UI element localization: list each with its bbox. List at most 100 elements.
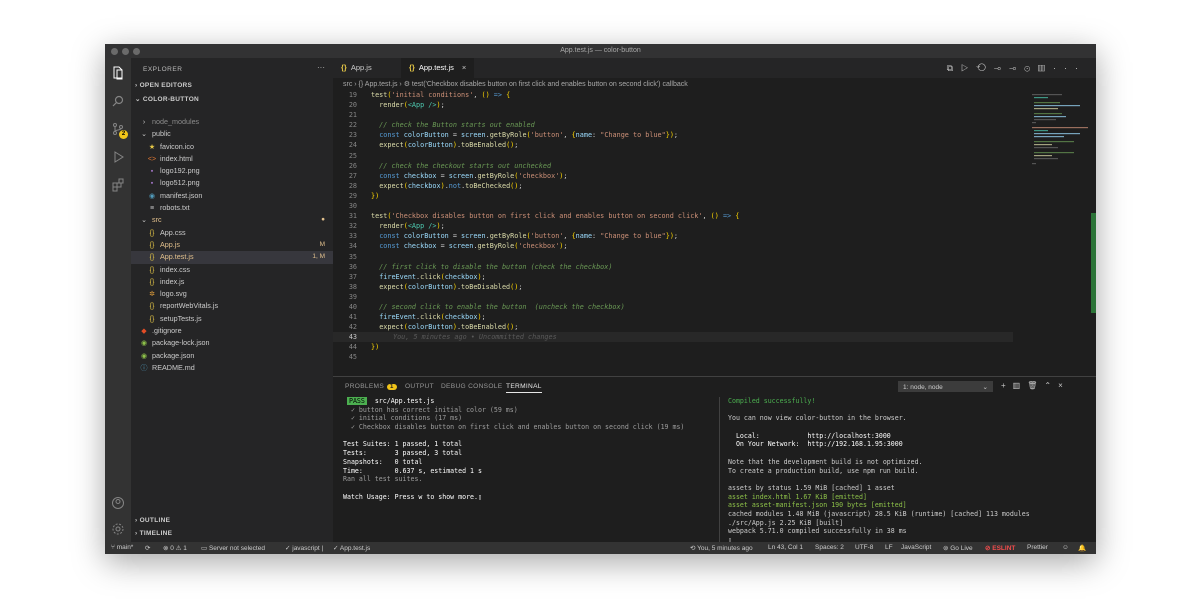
gear-icon[interactable] — [111, 522, 125, 536]
search-icon[interactable] — [111, 94, 125, 108]
code-editor[interactable]: 19 test('initial conditions', () => {20 r… — [333, 90, 1013, 363]
file-tree-item[interactable]: <> index.html — [131, 153, 333, 165]
editor-scrollbar[interactable] — [1091, 213, 1096, 313]
file-tree-item[interactable]: ◉ package-lock.json — [131, 337, 333, 349]
trash-icon[interactable]: 🗑 — [1027, 381, 1044, 390]
more-icon[interactable]: ··· — [1053, 63, 1086, 73]
file-tree-item[interactable]: {} App.js M — [131, 239, 333, 251]
file-tree-item[interactable]: ▪ logo512.png — [131, 177, 333, 189]
problems-status[interactable]: ⊗ 0 ⚠ 1 — [163, 544, 187, 552]
file-check-status[interactable]: ✓ App.test.js — [333, 544, 370, 552]
compare-icon[interactable]: ⧉ — [947, 63, 961, 73]
tab-terminal[interactable]: TERMINAL — [506, 383, 542, 393]
branch-status[interactable]: ⑂ main* — [111, 544, 133, 551]
file-tree-item[interactable]: ⌄ src ● — [131, 214, 333, 226]
encoding[interactable]: UTF-8 — [855, 544, 873, 551]
file-tree-item[interactable]: ≡ robots.txt — [131, 202, 333, 214]
prev-change-icon[interactable]: ⊸ — [994, 63, 1009, 73]
file-tree-item[interactable]: ◆ .gitignore — [131, 325, 333, 337]
code-line[interactable]: 26 // check the checkout starts out unch… — [333, 161, 1013, 171]
code-line[interactable]: 43 You, 5 minutes ago • Uncommitted chang… — [333, 332, 1013, 343]
explorer-icon[interactable] — [111, 66, 125, 80]
code-line[interactable]: 30 — [333, 201, 1013, 211]
outline-section[interactable]: › OUTLINE — [135, 517, 170, 524]
code-line[interactable]: 38 expect(colorButton).toBeDisabled(); — [333, 282, 1013, 292]
next-change-icon[interactable]: ⊸ — [1009, 63, 1024, 73]
language-check-status[interactable]: ✓ javascript | — [285, 544, 323, 552]
file-tree-item[interactable]: {} reportWebVitals.js — [131, 300, 333, 312]
sync-icon[interactable]: ⟳ — [145, 544, 150, 552]
file-tree-item[interactable]: {} App.test.js 1, M — [131, 251, 333, 264]
code-line[interactable]: 40 // second click to enable the button … — [333, 302, 1013, 312]
file-tree-item[interactable]: {} setupTests.js — [131, 313, 333, 325]
code-line[interactable]: 19 test('initial conditions', () => { — [333, 90, 1013, 100]
code-line[interactable]: 25 — [333, 151, 1013, 161]
account-icon[interactable] — [111, 496, 125, 510]
file-tree-item[interactable]: {} index.css — [131, 264, 333, 276]
file-tree-item[interactable]: › node_modules — [131, 116, 333, 128]
code-line[interactable]: 44}) — [333, 342, 1013, 352]
code-line[interactable]: 32 render(<App />); — [333, 221, 1013, 231]
code-line[interactable]: 42 expect(colorButton).toBeEnabled(); — [333, 322, 1013, 332]
code-line[interactable]: 33 const colorButton = screen.getByRole(… — [333, 231, 1013, 241]
close-icon[interactable]: × — [1058, 381, 1070, 390]
code-line[interactable]: 34 const checkbox = screen.getByRole('ch… — [333, 241, 1013, 251]
open-editors-section[interactable]: › OPEN EDITORS — [135, 82, 192, 89]
file-tree-item[interactable]: ◉ manifest.json — [131, 190, 333, 202]
terminal-select[interactable]: 1: node, node ⌄ — [898, 381, 993, 392]
line-ending[interactable]: LF — [885, 544, 893, 551]
toggle-icon[interactable]: ⊙ — [1024, 63, 1038, 73]
code-line[interactable]: 23 const colorButton = screen.getByRole(… — [333, 130, 1013, 140]
breadcrumb[interactable]: src › {} App.test.js › ⚙ test('Checkbox … — [343, 80, 688, 88]
file-tree-item[interactable]: ▪ logo192.png — [131, 165, 333, 177]
feedback-icon[interactable]: ☺ — [1062, 544, 1069, 551]
file-tree-item[interactable]: ⌄ public — [131, 128, 333, 140]
tab-app-js[interactable]: {} App.js — [333, 58, 380, 78]
file-tree-item[interactable]: ★ favicon.ico — [131, 141, 333, 153]
code-line[interactable]: 29}) — [333, 191, 1013, 201]
tab-output[interactable]: OUTPUT — [405, 383, 434, 390]
eslint-status[interactable]: ⊘ ESLINT — [985, 544, 1015, 552]
code-line[interactable]: 37 fireEvent.click(checkbox); — [333, 272, 1013, 282]
more-actions-icon[interactable]: ··· — [317, 63, 325, 72]
step-icon[interactable]: ⟲ — [976, 63, 994, 73]
project-section[interactable]: ⌄ COLOR-BUTTON — [135, 95, 199, 103]
git-blame-status[interactable]: ⟲ You, 5 minutes ago — [690, 544, 753, 552]
cursor-position[interactable]: Ln 43, Col 1 — [768, 544, 803, 551]
close-icon[interactable]: × — [462, 63, 466, 72]
code-line[interactable]: 28 expect(checkbox).not.toBeChecked(); — [333, 181, 1013, 191]
bell-icon[interactable]: 🔔 — [1078, 544, 1086, 552]
file-tree-item[interactable]: ✲ logo.svg — [131, 288, 333, 300]
file-tree-item[interactable]: ⓘ README.md — [131, 362, 333, 374]
code-line[interactable]: 27 const checkbox = screen.getByRole('ch… — [333, 171, 1013, 181]
code-line[interactable]: 22 // check the Button starts out enable… — [333, 120, 1013, 130]
code-line[interactable]: 41 fireEvent.click(checkbox); — [333, 312, 1013, 322]
file-tree-item[interactable]: ◉ package.json — [131, 350, 333, 362]
code-line[interactable]: 35 — [333, 252, 1013, 262]
code-line[interactable]: 39 — [333, 292, 1013, 302]
chevron-up-icon[interactable]: ⌃ — [1044, 381, 1058, 390]
language-mode[interactable]: JavaScript — [901, 544, 931, 551]
code-line[interactable]: 31 test('Checkbox disables button on firs… — [333, 211, 1013, 221]
split-editor-icon[interactable]: ▥ — [1038, 63, 1053, 73]
terminal-right[interactable]: Compiled successfully! You can now view c… — [719, 397, 1089, 545]
tab-debug-console[interactable]: DEBUG CONSOLE — [441, 383, 502, 390]
minimap[interactable] — [1030, 92, 1090, 182]
code-line[interactable]: 36 // first click to disable the button … — [333, 262, 1013, 272]
code-line[interactable]: 24 expect(colorButton).toBeEnabled(); — [333, 140, 1013, 150]
run-debug-icon[interactable] — [111, 150, 125, 164]
code-line[interactable]: 45 — [333, 352, 1013, 362]
split-terminal-icon[interactable]: ▥ — [1013, 381, 1028, 390]
indentation[interactable]: Spaces: 2 — [815, 544, 844, 551]
add-terminal-icon[interactable]: + — [1001, 381, 1013, 390]
go-live-button[interactable]: ⊚ Go Live — [943, 544, 973, 552]
code-line[interactable]: 21 — [333, 110, 1013, 120]
terminal-left[interactable]: PASS src/App.test.js ✓ button has correc… — [343, 397, 708, 501]
file-tree-item[interactable]: {} index.js — [131, 276, 333, 288]
extensions-icon[interactable] — [111, 178, 125, 192]
server-status[interactable]: ▭ Server not selected — [201, 544, 265, 552]
file-tree-item[interactable]: {} App.css — [131, 227, 333, 239]
tab-app-test-js[interactable]: {} App.test.js × — [401, 58, 475, 78]
timeline-section[interactable]: › TIMELINE — [135, 530, 172, 537]
prettier-status[interactable]: Prettier — [1027, 544, 1048, 551]
